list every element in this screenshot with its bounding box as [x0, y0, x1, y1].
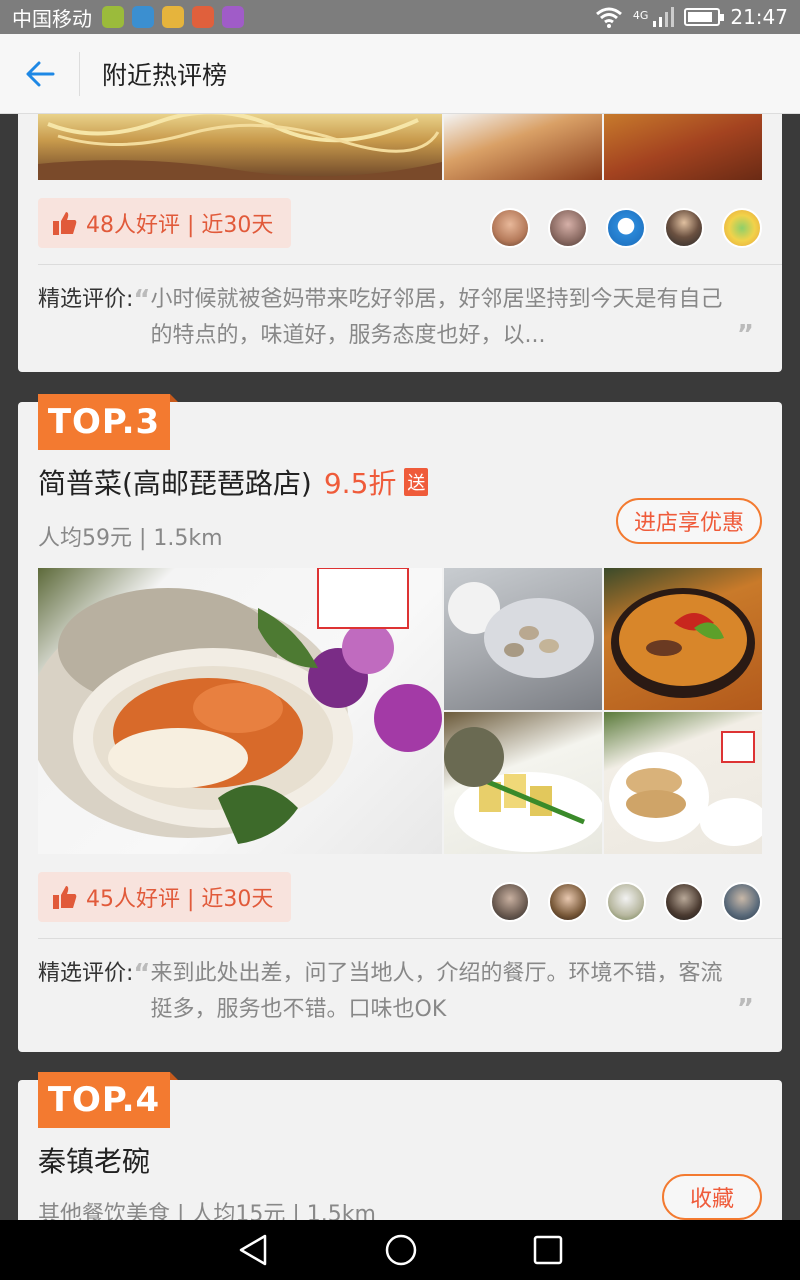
close-quote-icon: ” [736, 994, 754, 1024]
restaurant-meta: 其他餐饮美食 | 人均15元 | 1.5km [38, 1202, 376, 1220]
likes-count-text: 45人好评 | 近30天 [86, 887, 274, 912]
avatar[interactable] [606, 882, 646, 922]
avatar[interactable] [722, 208, 762, 248]
restaurant-name: 简普菜(高邮琵琶路店) [38, 467, 312, 500]
gift-tag: 送 [404, 468, 429, 496]
favorite-button[interactable]: 收藏 [661, 1174, 762, 1220]
avatar[interactable] [606, 208, 646, 248]
back-nav-icon[interactable] [237, 1233, 269, 1267]
dish-photo[interactable] [444, 114, 602, 180]
app-notification-icon [132, 6, 154, 28]
restaurant-card[interactable]: TOP.3 简普菜(高邮琵琶路店) 9.5折 送 人均59元 | 1.5km 进… [18, 394, 782, 1052]
avatar[interactable] [548, 208, 588, 248]
avatar[interactable] [722, 882, 762, 922]
likes-count-text: 48人好评 | 近30天 [86, 213, 274, 238]
restaurant-name-row[interactable]: 简普菜(高邮琵琶路店) 9.5折 送 [38, 462, 429, 502]
app-notification-icon [162, 6, 184, 28]
featured-review[interactable]: 精选评价: “ 小时候就被爸妈带来吃好邻居，好邻居坚持到今天是有自己的特点的，味… [38, 282, 754, 354]
review-text: 小时候就被爸妈带来吃好邻居，好邻居坚持到今天是有自己的特点的，味道好，服务态度也… [150, 287, 723, 348]
page-title: 附近热评榜 [102, 60, 228, 90]
back-arrow-icon [26, 61, 54, 86]
avatar[interactable] [664, 208, 704, 248]
open-quote-icon: “ [133, 285, 151, 315]
app-notification-icon [222, 6, 244, 28]
restaurant-meta: 人均59元 | 1.5km [38, 526, 223, 551]
dish-photo[interactable] [444, 712, 602, 854]
close-quote-icon: ” [736, 320, 754, 350]
positive-review-badge: 48人好评 | 近30天 [38, 198, 292, 248]
system-nav-bar [0, 1220, 800, 1280]
home-nav-icon[interactable] [384, 1233, 418, 1267]
thumbs-up-icon [53, 212, 77, 235]
app-header: 附近热评榜 [0, 34, 800, 114]
dish-photo[interactable] [604, 114, 762, 180]
thumbs-up-icon [53, 886, 77, 909]
rank-badge: TOP.3 [38, 394, 178, 450]
recents-nav-icon[interactable] [533, 1235, 563, 1265]
rank-badge: TOP.4 [38, 1072, 178, 1128]
review-label: 精选评价: [38, 287, 134, 312]
dish-photo[interactable] [604, 568, 762, 710]
review-label: 精选评价: [38, 961, 134, 986]
back-button[interactable] [0, 51, 80, 96]
status-bar: 中国移动 4G 21:47 [0, 0, 800, 34]
reviewer-avatars [490, 208, 762, 248]
discount-text: 9.5折 [323, 467, 397, 500]
battery-icon [684, 8, 725, 26]
avatar[interactable] [664, 882, 704, 922]
dish-photo[interactable] [444, 568, 602, 710]
dish-photo[interactable] [604, 712, 762, 854]
restaurant-name-row[interactable]: 秦镇老碗 [38, 1140, 150, 1180]
clock: 21:47 [730, 5, 788, 29]
main-dish-photo[interactable] [38, 568, 442, 854]
signal-icon [653, 7, 675, 27]
avatar[interactable] [490, 208, 530, 248]
positive-review-badge: 45人好评 | 近30天 [38, 872, 292, 922]
restaurant-name: 秦镇老碗 [38, 1145, 151, 1178]
divider [38, 264, 782, 265]
ranking-list[interactable]: 48人好评 | 近30天 精选评价: “ 小时候就被爸妈带来吃好邻居，好邻居坚持… [0, 114, 800, 1220]
divider [38, 938, 782, 939]
wifi-icon [595, 7, 622, 28]
open-quote-icon: “ [133, 959, 151, 989]
restaurant-card[interactable]: 48人好评 | 近30天 精选评价: “ 小时候就被爸妈带来吃好邻居，好邻居坚持… [18, 114, 782, 372]
enter-shop-offer-button[interactable]: 进店享优惠 [615, 498, 762, 544]
avatar[interactable] [490, 882, 530, 922]
avatar[interactable] [548, 882, 588, 922]
network-type: 4G [632, 9, 649, 22]
reviewer-avatars [490, 882, 762, 922]
featured-review[interactable]: 精选评价: “ 来到此处出差，问了当地人，介绍的餐厅。环境不错，客流挺多，服务也… [38, 956, 754, 1028]
app-notification-icon [192, 6, 214, 28]
review-text: 来到此处出差，问了当地人，介绍的餐厅。环境不错，客流挺多，服务也不错。口味也OK [150, 961, 723, 1022]
app-notification-icon [102, 6, 124, 28]
restaurant-card[interactable]: TOP.4 秦镇老碗 其他餐饮美食 | 人均15元 | 1.5km 收藏 [18, 1072, 782, 1220]
carrier-name: 中国移动 [12, 6, 92, 31]
main-dish-photo[interactable] [38, 114, 442, 180]
